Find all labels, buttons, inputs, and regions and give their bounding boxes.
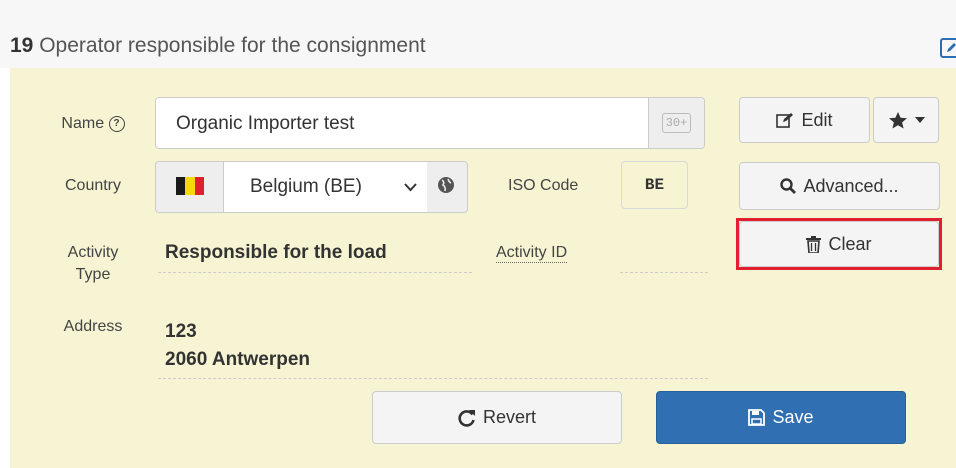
name-counter-addon: 30+ <box>648 98 704 148</box>
country-label: Country <box>64 177 122 194</box>
activity-type-underline <box>158 272 472 273</box>
address-line1: 123 <box>165 321 197 342</box>
revert-button[interactable]: Revert <box>372 391 622 444</box>
edit-button-label: Edit <box>801 109 833 130</box>
search-icon <box>780 178 797 194</box>
iso-code-field: BE <box>621 161 688 209</box>
name-label: Name ? <box>48 115 138 133</box>
save-button-label: Save <box>772 407 814 427</box>
edit-icon <box>776 113 794 128</box>
address-value: 123 2060 Antwerpen <box>165 318 310 374</box>
activity-id-value <box>620 272 708 273</box>
iso-code-label: ISO Code <box>508 177 579 194</box>
edit-section-icon[interactable] <box>940 38 956 58</box>
chevron-down-icon <box>404 183 417 192</box>
section-number: 19 <box>10 34 34 57</box>
char-count-badge: 30+ <box>661 113 692 133</box>
advanced-search-button[interactable]: Advanced... <box>739 162 940 210</box>
clear-button-highlight <box>736 218 942 270</box>
belgium-flag-icon <box>176 177 204 195</box>
activity-type-label: Activity Type <box>48 242 138 286</box>
favorites-dropdown-button[interactable] <box>873 97 939 143</box>
advanced-button-label: Advanced... <box>803 175 899 196</box>
name-label-text: Name <box>61 115 105 132</box>
country-select[interactable]: Belgium (BE) <box>223 162 427 212</box>
country-field[interactable]: Belgium (BE) <box>155 161 468 213</box>
country-selected-value[interactable]: Belgium (BE) <box>250 176 362 198</box>
save-button[interactable]: Save <box>656 391 906 444</box>
activity-id-label[interactable]: Activity ID <box>496 244 568 263</box>
globe-icon[interactable] <box>437 176 455 199</box>
edit-button[interactable]: Edit <box>739 97 870 143</box>
name-input-value[interactable]: Organic Importer test <box>176 113 354 135</box>
revert-button-label: Revert <box>482 407 536 427</box>
floppy-disk-icon <box>748 409 766 426</box>
help-icon[interactable]: ? <box>108 115 125 132</box>
refresh-icon <box>458 409 475 427</box>
name-field[interactable]: Organic Importer test 30+ <box>155 97 705 149</box>
star-icon <box>888 112 907 129</box>
address-line2: 2060 Antwerpen <box>165 349 311 370</box>
activity-type-label-line2: Type <box>75 266 111 283</box>
activity-type-label-line1: Activity <box>67 244 119 261</box>
address-underline <box>158 378 708 379</box>
caret-down-icon <box>914 117 925 123</box>
address-label: Address <box>63 318 123 335</box>
section-title: 19 Operator responsible for the consignm… <box>10 34 426 58</box>
activity-type-value: Responsible for the load <box>165 242 387 263</box>
section-title-text: Operator responsible for the consignment <box>39 34 426 57</box>
